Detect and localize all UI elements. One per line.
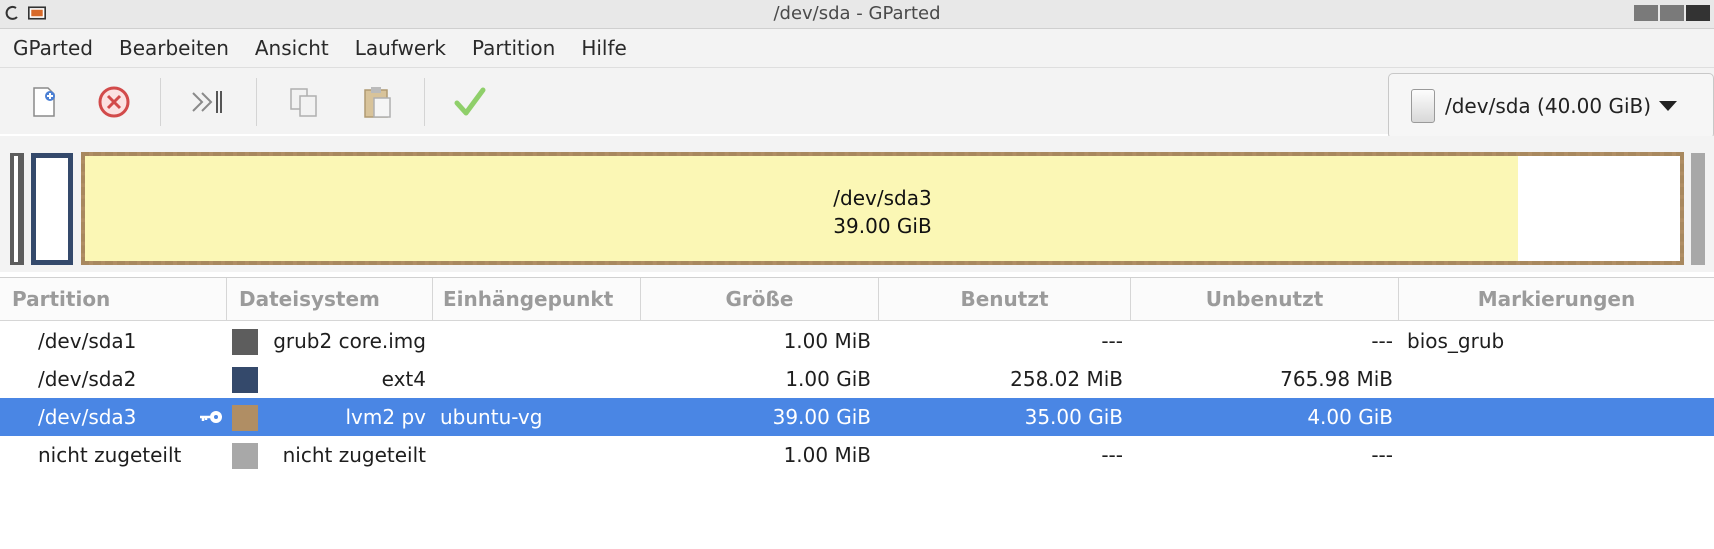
cell-filesystem: nicht zugeteilt (282, 443, 426, 467)
diskmap-sda3-name: /dev/sda3 (833, 186, 932, 210)
menu-gparted[interactable]: GParted (0, 36, 106, 60)
apply-button[interactable] (448, 82, 492, 122)
cell-unused: 765.98 MiB (1280, 367, 1393, 391)
menu-laufwerk[interactable]: Laufwerk (342, 36, 459, 60)
cell-used: --- (1101, 443, 1123, 467)
paste-button[interactable] (356, 82, 400, 122)
col-dateisystem[interactable]: Dateisystem (227, 278, 433, 320)
cell-used: 258.02 MiB (1010, 367, 1123, 391)
cell-filesystem: grub2 core.img (273, 329, 426, 353)
maximize-button[interactable] (1660, 5, 1684, 21)
menu-partition[interactable]: Partition (459, 36, 568, 60)
title-bar: /dev/sda - GParted (0, 0, 1714, 29)
menu-hilfe[interactable]: Hilfe (568, 36, 640, 60)
col-groesse[interactable]: Größe (641, 278, 879, 320)
col-unbenutzt[interactable]: Unbenutzt (1131, 278, 1399, 320)
cell-flags: bios_grub (1407, 329, 1505, 353)
menu-ansicht[interactable]: Ansicht (242, 36, 342, 60)
cell-unused: 4.00 GiB (1307, 405, 1393, 429)
table-row[interactable]: nicht zugeteilt nicht zugeteilt 1.00 MiB… (0, 436, 1714, 474)
table-row[interactable]: /dev/sda2 ext4 1.00 GiB 258.02 MiB 765.9… (0, 360, 1714, 398)
diskmap-sda1[interactable] (10, 153, 24, 265)
col-benutzt[interactable]: Benutzt (879, 278, 1131, 320)
fs-color-swatch (232, 443, 258, 469)
new-icon (33, 87, 55, 117)
fs-color-swatch (232, 329, 258, 355)
diskmap-sda2[interactable] (31, 153, 73, 265)
key-icon (200, 411, 222, 423)
device-label: /dev/sda (40.00 GiB) (1445, 94, 1652, 118)
cell-partition: nicht zugeteilt (38, 443, 182, 467)
delete-partition-button[interactable] (92, 82, 136, 122)
diskmap-unallocated[interactable] (1691, 153, 1705, 265)
minimize-button[interactable] (1634, 5, 1658, 21)
cell-size: 1.00 GiB (785, 367, 871, 391)
resize-move-button[interactable] (186, 82, 230, 122)
close-button[interactable] (1686, 5, 1710, 21)
table-row-selected[interactable]: /dev/sda3 lvm2 pv ubuntu-vg 39.00 GiB 35… (0, 398, 1714, 436)
resize-move-icon (192, 91, 222, 113)
cell-size: 1.00 MiB (783, 329, 871, 353)
fs-color-swatch (232, 367, 258, 393)
cell-partition: /dev/sda3 (38, 405, 137, 429)
table-header: Partition Dateisystem Einhängepunkt Größ… (0, 278, 1714, 321)
window-title: /dev/sda - GParted (773, 3, 941, 24)
copy-icon (290, 88, 317, 117)
menu-bar: GParted Bearbeiten Ansicht Laufwerk Part… (0, 29, 1714, 68)
cell-size: 39.00 GiB (772, 405, 871, 429)
cell-filesystem: lvm2 pv (345, 405, 427, 429)
cell-mountpoint: ubuntu-vg (440, 405, 543, 429)
harddisk-icon (1411, 89, 1435, 123)
cell-filesystem: ext4 (381, 367, 426, 391)
new-partition-button[interactable] (22, 82, 66, 122)
paste-icon (364, 87, 391, 118)
cell-used: --- (1101, 329, 1123, 353)
col-einhaengepunkt[interactable]: Einhängepunkt (433, 278, 641, 320)
menu-bearbeiten[interactable]: Bearbeiten (106, 36, 242, 60)
partition-table: Partition Dateisystem Einhängepunkt Größ… (0, 277, 1714, 549)
delete-icon (98, 86, 130, 118)
cell-unused: --- (1371, 329, 1393, 353)
col-markierungen[interactable]: Markierungen (1399, 278, 1714, 320)
cell-partition: /dev/sda1 (38, 329, 137, 353)
diskmap-sda3-size: 39.00 GiB (833, 214, 932, 238)
cell-size: 1.00 MiB (783, 443, 871, 467)
apply-icon (454, 87, 486, 116)
cell-used: 35.00 GiB (1024, 405, 1123, 429)
table-row[interactable]: /dev/sda1 grub2 core.img 1.00 MiB --- --… (0, 322, 1714, 360)
cell-partition: /dev/sda2 (38, 367, 137, 391)
copy-button[interactable] (282, 82, 326, 122)
col-partition[interactable]: Partition (0, 278, 227, 320)
device-selector[interactable]: /dev/sda (40.00 GiB) (1388, 73, 1714, 139)
fs-color-swatch (232, 405, 258, 431)
diskmap-sda3[interactable]: /dev/sda3 39.00 GiB (81, 152, 1684, 265)
cell-unused: --- (1371, 443, 1393, 467)
dropdown-arrow-icon (1659, 101, 1678, 111)
